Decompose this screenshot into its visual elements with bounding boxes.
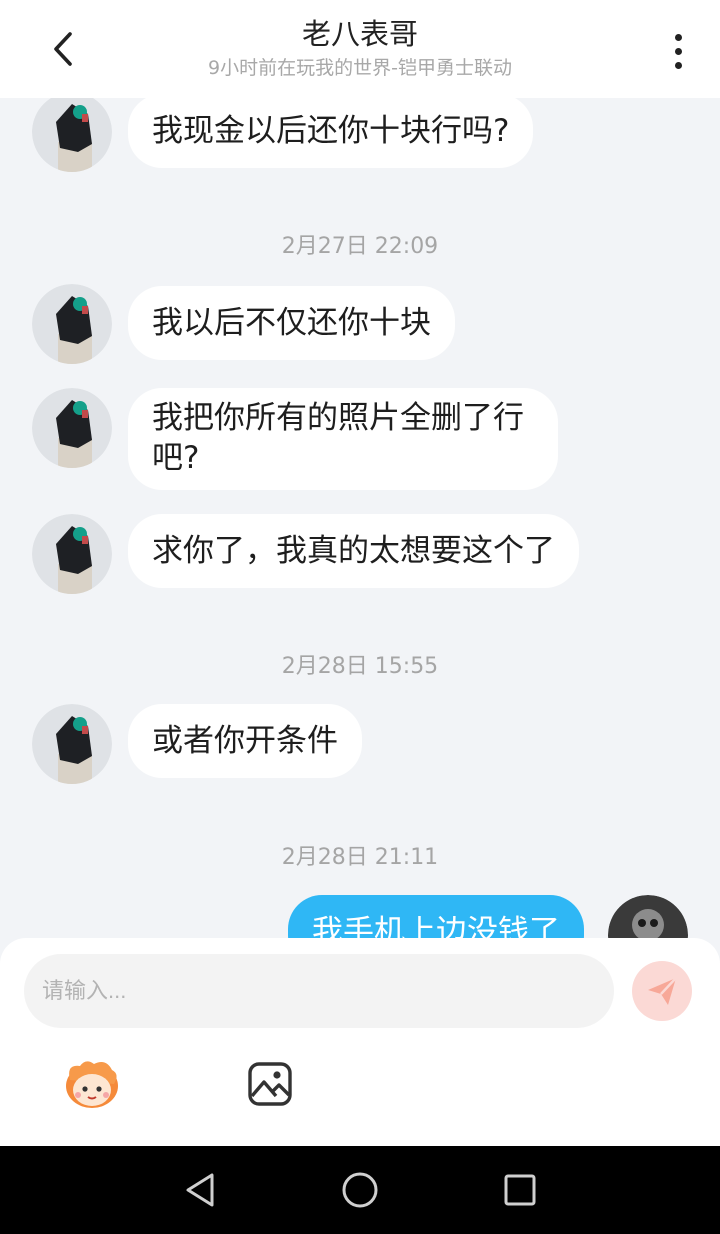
send-button[interactable] [632,961,692,1021]
message-bubble[interactable]: 我以后不仅还你十块 [128,286,455,360]
message-text: 求你了，我真的太想要这个了 [152,533,555,569]
image-icon [248,1062,292,1106]
contact-avatar[interactable] [32,704,112,784]
image-button[interactable] [246,1060,294,1108]
more-vertical-icon-dot [674,47,682,55]
chat-header: 老八表哥 9小时前在玩我的世界-铠甲勇士联动 [0,0,720,98]
message-text: 我手机上边没钱了 [312,914,560,938]
nav-recents-button[interactable] [498,1168,542,1212]
contact-avatar[interactable] [32,284,112,364]
timestamp: 2月28日 15:55 [281,654,439,679]
my-avatar[interactable] [608,895,688,938]
circle-home-icon [342,1172,378,1208]
nav-home-button[interactable] [338,1168,382,1212]
nav-back-button[interactable] [178,1168,222,1212]
message-input[interactable] [24,954,614,1028]
message-bubble[interactable]: 求你了，我真的太想要这个了 [128,514,579,588]
mascot-emoji-icon [66,1061,118,1108]
message-text: 我现金以后还你十块行吗? [152,113,510,149]
input-panel [0,938,720,1146]
emoji-button[interactable] [60,1056,124,1112]
timestamp: 2月28日 21:11 [281,845,439,870]
message-text: 或者你开条件 [152,723,338,759]
contact-avatar[interactable] [32,514,112,594]
chat-subtitle: 9小时前在玩我的世界-铠甲勇士联动 [208,57,512,79]
contact-avatar[interactable] [32,98,112,172]
contact-avatar[interactable] [32,388,112,468]
chat-title: 老八表哥 [301,17,418,51]
triangle-back-icon [186,1173,214,1207]
timestamp: 2月27日 22:09 [281,234,439,259]
message-list[interactable]: 我现金以后还你十块行吗? 2月27日 22:09 我以后不仅还你十块 我把你所有… [0,98,720,938]
more-vertical-icon [674,33,682,41]
message-bubble[interactable]: 我现金以后还你十块行吗? [128,98,534,168]
square-recents-icon [504,1174,536,1206]
more-vertical-icon-dot [674,61,682,69]
paper-plane-icon [648,977,677,1005]
message-bubble[interactable]: 我把你所有的照片全删了行 吧? [128,388,558,490]
my-message-bubble[interactable]: 我手机上边没钱了 [288,895,584,938]
more-options-button[interactable] [658,26,698,76]
message-text: 我以后不仅还你十块 [152,305,431,341]
message-text-line: 吧? [152,440,200,476]
message-text-line: 我把你所有的照片全删了行 [152,400,524,436]
message-bubble[interactable]: 或者你开条件 [128,704,362,778]
system-nav-bar [0,1146,720,1234]
title-block: 老八表哥 9小时前在玩我的世界-铠甲勇士联动 [0,14,720,81]
